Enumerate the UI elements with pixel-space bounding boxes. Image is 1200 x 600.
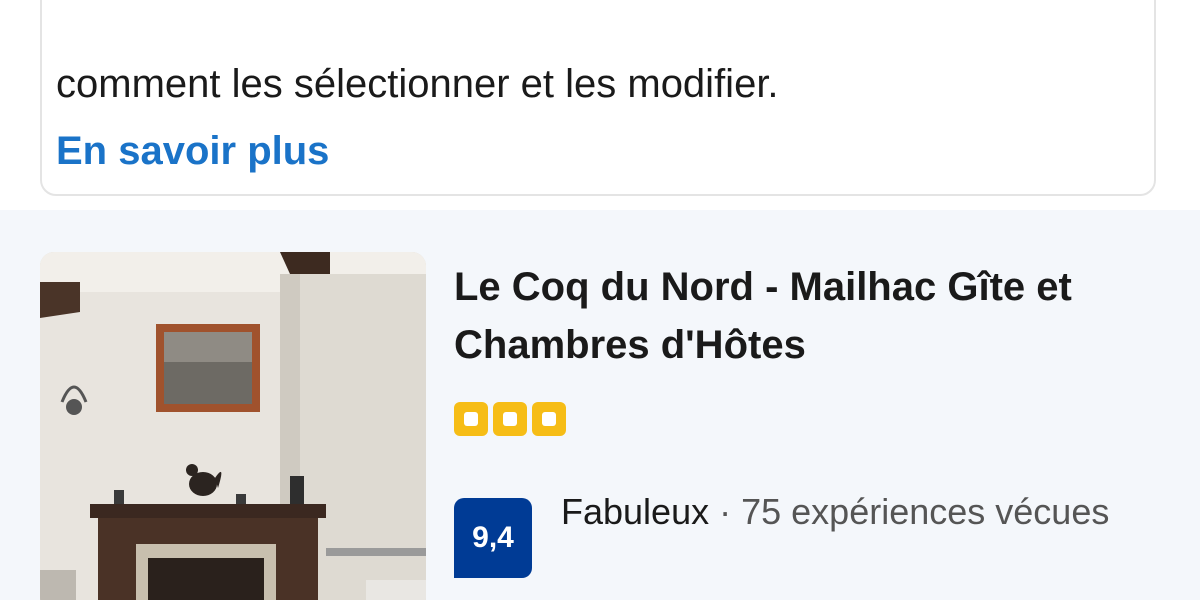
star-icon <box>454 402 488 436</box>
property-photo[interactable] <box>40 252 426 600</box>
review-count: 75 expériences vécues <box>741 491 1110 532</box>
star-rating <box>454 402 566 436</box>
learn-more-link[interactable]: En savoir plus <box>56 123 329 179</box>
review-score-word: Fabuleux <box>561 491 710 532</box>
info-text: comment les sélectionner et les modifier… <box>56 62 779 106</box>
property-name[interactable]: Le Coq du Nord - Mailhac Gîte et Chambre… <box>454 258 1174 374</box>
page: comment les sélectionner et les modifier… <box>0 0 1200 600</box>
star-icon <box>532 402 566 436</box>
review-score-badge: 9,4 <box>454 498 532 578</box>
star-icon <box>493 402 527 436</box>
property-card[interactable]: Le Coq du Nord - Mailhac Gîte et Chambre… <box>0 210 1200 600</box>
review-summary: Fabuleux · 75 expériences vécues <box>561 478 1161 546</box>
review-separator: · <box>709 491 742 532</box>
fireplace-room-image <box>40 252 426 600</box>
